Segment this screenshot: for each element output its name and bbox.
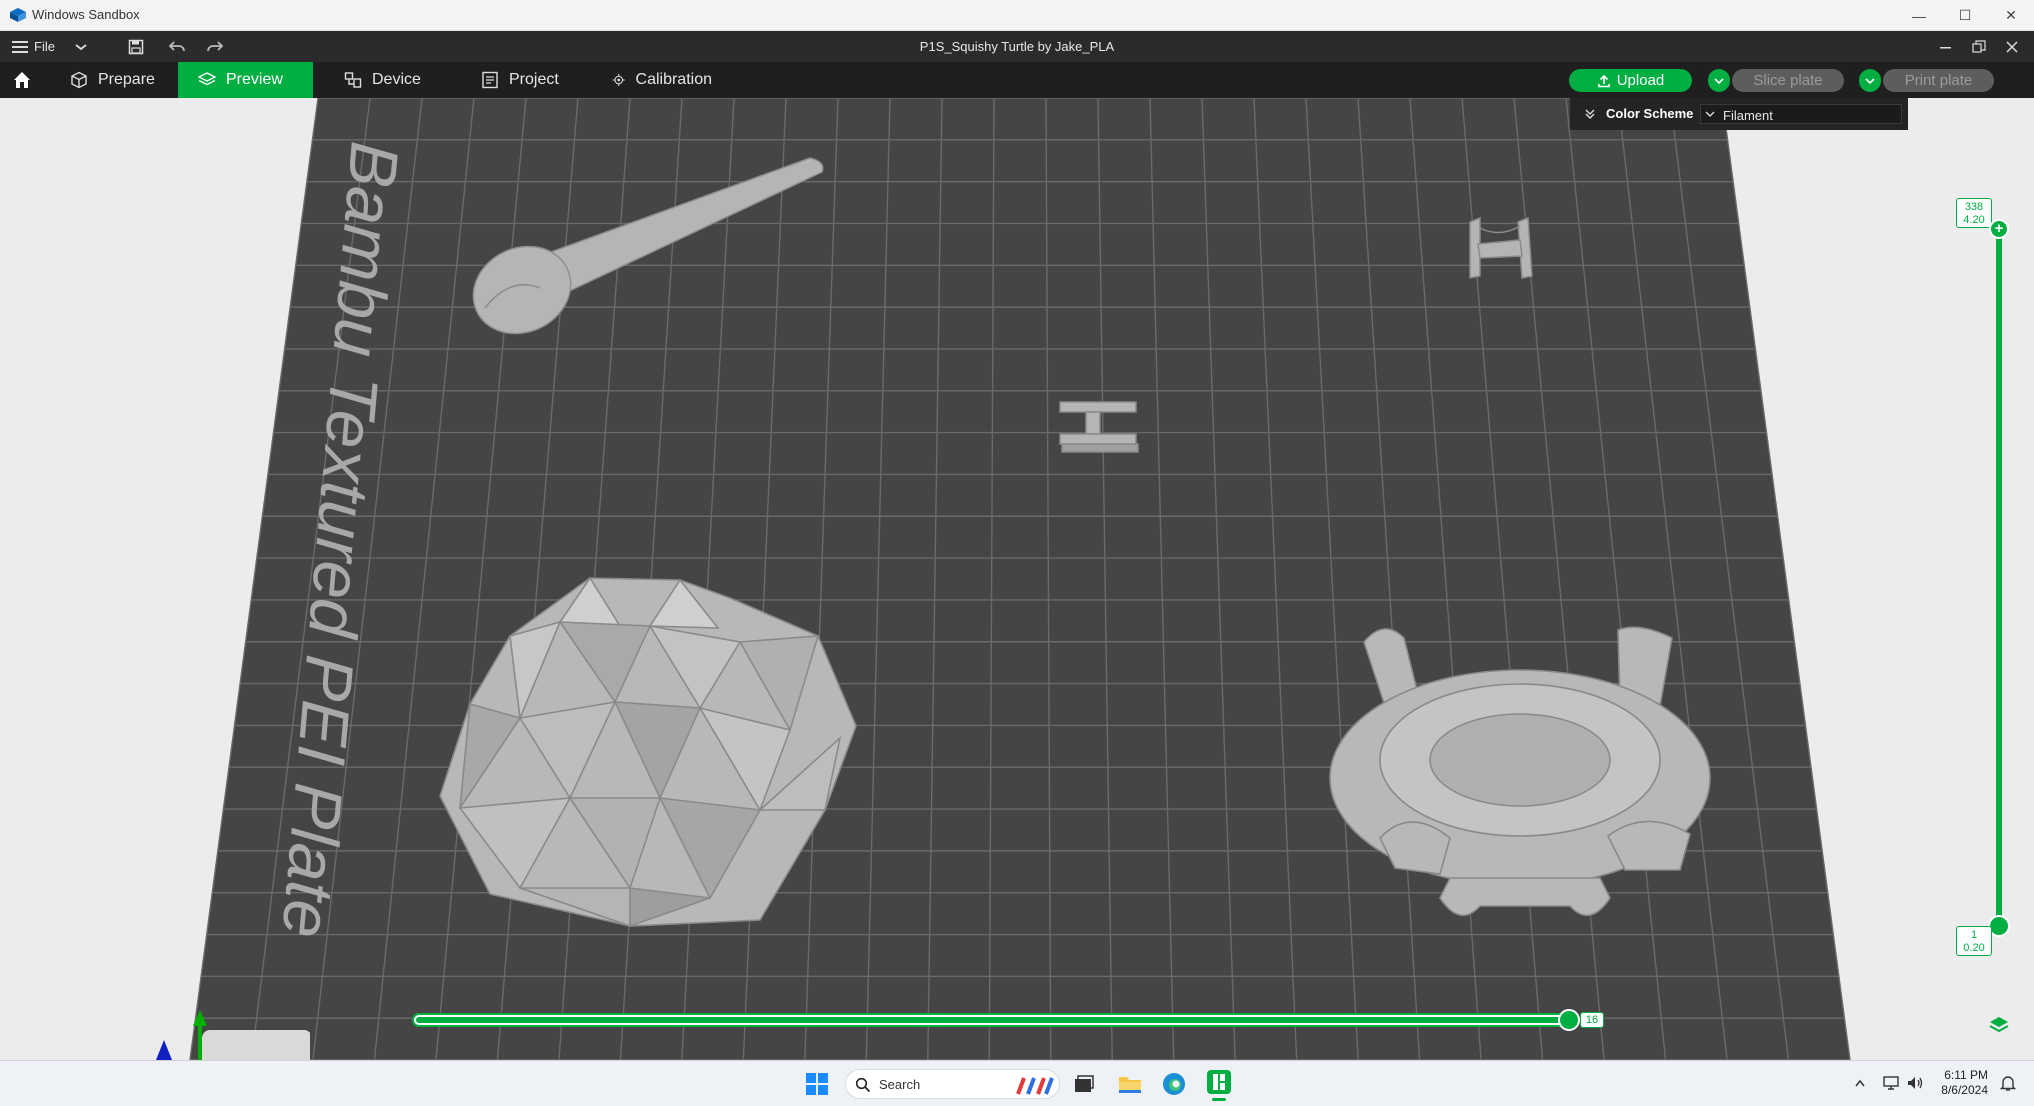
active-app-indicator bbox=[1212, 1098, 1226, 1101]
file-explorer-icon[interactable] bbox=[1118, 1073, 1142, 1095]
move-slider-fill bbox=[416, 1017, 1570, 1023]
taskbar-search-box[interactable]: Search bbox=[845, 1069, 1060, 1099]
chevron-down-icon bbox=[1865, 77, 1875, 84]
build-plate-scene: Bambu Textured PEI Plate bbox=[189, 98, 1851, 1060]
tab-calibration[interactable]: Calibration bbox=[592, 62, 732, 98]
home-button[interactable] bbox=[0, 62, 44, 98]
color-scheme-value: Filament bbox=[1723, 108, 1773, 123]
upload-label: Upload bbox=[1616, 72, 1665, 89]
3d-viewport[interactable]: Bambu Textured PEI Plate Color Scheme Fi… bbox=[0, 98, 2034, 1060]
main-tab-bar: Prepare Preview Device Project Calibrati… bbox=[0, 62, 2034, 98]
menu-dropdown-button[interactable] bbox=[74, 31, 88, 62]
tab-project-label: Project bbox=[509, 71, 559, 88]
search-icon bbox=[855, 1077, 871, 1093]
chevron-down-icon bbox=[75, 43, 87, 50]
move-slider-handle[interactable] bbox=[1558, 1009, 1580, 1031]
layer-slider-top-handle[interactable]: + bbox=[1989, 219, 2009, 239]
top-layer-height: 4.20 bbox=[1963, 214, 1985, 226]
undo-button[interactable] bbox=[168, 31, 186, 62]
color-scheme-panel: Color Scheme Filament bbox=[1570, 98, 1908, 130]
hamburger-icon bbox=[12, 40, 28, 53]
sandbox-window-title: Windows Sandbox bbox=[32, 7, 140, 22]
network-icon[interactable] bbox=[1882, 1075, 1900, 1091]
app-restore-button[interactable] bbox=[1972, 31, 1986, 62]
tab-device[interactable]: Device bbox=[324, 62, 452, 98]
tab-project[interactable]: Project bbox=[461, 62, 589, 98]
tab-device-label: Device bbox=[372, 71, 421, 88]
build-plate bbox=[190, 98, 1850, 1060]
windows-start-icon[interactable] bbox=[806, 1073, 828, 1095]
layers-icon bbox=[198, 72, 216, 86]
home-icon bbox=[14, 72, 30, 88]
task-view-icon[interactable] bbox=[1073, 1073, 1095, 1095]
slice-options-button[interactable] bbox=[1708, 69, 1730, 92]
color-scheme-select[interactable]: Filament bbox=[1700, 104, 1902, 124]
search-placeholder: Search bbox=[879, 1077, 921, 1092]
slice-plate-button[interactable]: Slice plate bbox=[1732, 69, 1844, 92]
chevron-down-icon bbox=[1714, 77, 1724, 84]
tab-prepare[interactable]: Prepare bbox=[50, 62, 178, 98]
project-icon bbox=[482, 71, 498, 89]
sandbox-title-bar: Windows Sandbox — ☐ ✕ bbox=[0, 0, 2034, 31]
move-slider-track[interactable] bbox=[412, 1013, 1574, 1027]
save-icon bbox=[128, 39, 144, 54]
layer-slider-top-label: 338 4.20 bbox=[1956, 198, 1992, 228]
bottom-layer-number: 1 bbox=[1970, 929, 1978, 941]
restore-icon bbox=[1972, 39, 1986, 53]
search-highlight-icon bbox=[1016, 1077, 1054, 1095]
top-layer-number: 338 bbox=[1964, 201, 1984, 213]
undo-icon bbox=[168, 40, 185, 51]
notification-bell-icon[interactable] bbox=[2000, 1074, 2016, 1092]
color-scheme-label: Color Scheme bbox=[1606, 106, 1694, 121]
device-icon bbox=[344, 72, 362, 88]
upload-icon bbox=[1597, 74, 1610, 87]
app-menu-bar: File P1S_Squishy Turtle by Jake_PLA bbox=[0, 31, 2034, 62]
layer-slider-track[interactable] bbox=[1996, 226, 2002, 926]
tab-preview-label: Preview bbox=[226, 71, 283, 88]
bambu-studio-icon bbox=[1207, 1070, 1231, 1094]
tab-preview[interactable]: Preview bbox=[178, 62, 313, 98]
app-close-button[interactable] bbox=[2006, 31, 2018, 62]
sandbox-logo-icon bbox=[10, 8, 26, 22]
collapse-icon[interactable] bbox=[1584, 108, 1596, 120]
clock-date: 8/6/2024 bbox=[1941, 1083, 1988, 1097]
close-icon bbox=[2006, 40, 2018, 53]
calibration-icon bbox=[612, 73, 625, 87]
print-options-button[interactable] bbox=[1859, 69, 1881, 92]
file-menu[interactable]: File bbox=[12, 31, 55, 62]
tab-calibration-label: Calibration bbox=[635, 71, 712, 88]
axes-gizmo bbox=[156, 1010, 310, 1060]
app-minimize-button[interactable] bbox=[1940, 31, 1952, 62]
edge-browser-icon[interactable] bbox=[1162, 1072, 1186, 1096]
cube-icon bbox=[71, 71, 87, 89]
clock-time: 6:11 PM bbox=[1944, 1068, 1988, 1082]
chevron-up-icon[interactable] bbox=[1854, 1078, 1866, 1088]
layers-toggle-icon[interactable] bbox=[1988, 1014, 2010, 1036]
minimize-icon bbox=[1940, 46, 1951, 48]
taskbar-clock[interactable]: 6:11 PM 8/6/2024 bbox=[1938, 1068, 1988, 1098]
save-button[interactable] bbox=[128, 31, 144, 62]
print-plate-button[interactable]: Print plate bbox=[1883, 69, 1994, 92]
volume-icon[interactable] bbox=[1906, 1075, 1924, 1091]
tab-prepare-label: Prepare bbox=[98, 71, 155, 88]
file-menu-label: File bbox=[34, 39, 55, 54]
upload-button[interactable]: Upload bbox=[1569, 69, 1692, 92]
document-title: P1S_Squishy Turtle by Jake_PLA bbox=[919, 39, 1115, 54]
chevron-down-icon bbox=[1705, 111, 1715, 117]
move-slider-value: 16 bbox=[1580, 1012, 1604, 1028]
minimize-button[interactable]: — bbox=[1896, 0, 1942, 31]
redo-icon bbox=[207, 40, 224, 51]
bambu-studio-taskbar-button[interactable] bbox=[1205, 1067, 1233, 1101]
windows-taskbar: Search 6:11 PM 8/6/2024 bbox=[0, 1060, 2034, 1106]
layer-slider-bottom-label: 1 0.20 bbox=[1956, 926, 1992, 956]
maximize-button[interactable]: ☐ bbox=[1942, 0, 1988, 31]
bottom-layer-height: 0.20 bbox=[1963, 942, 1985, 954]
close-button[interactable]: ✕ bbox=[1988, 0, 2034, 31]
redo-button[interactable] bbox=[206, 31, 224, 62]
